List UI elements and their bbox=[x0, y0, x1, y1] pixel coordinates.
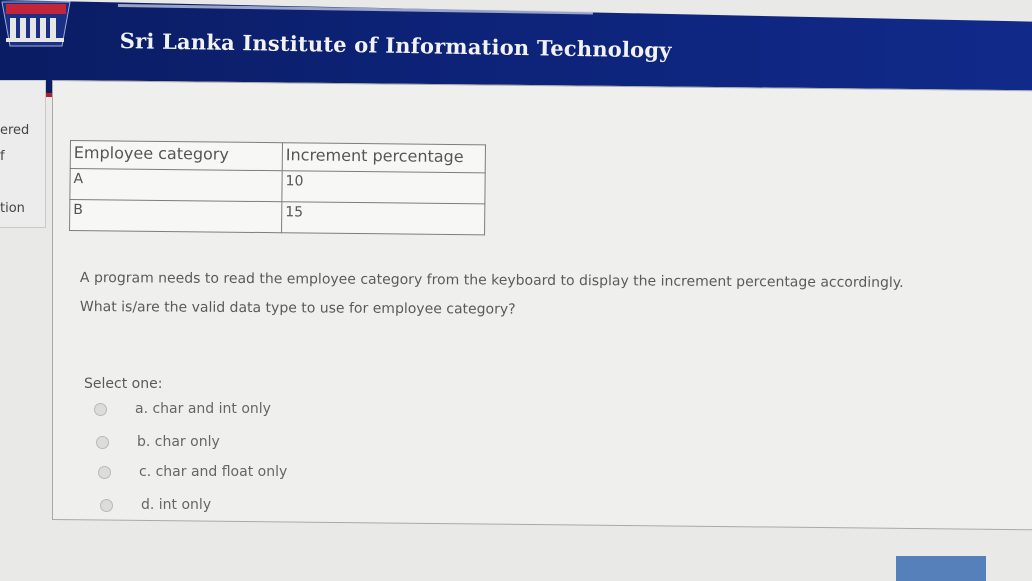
sidebar-item-label[interactable]: tion bbox=[0, 201, 25, 216]
answer-option-c[interactable]: c. char and float only bbox=[98, 464, 287, 480]
answer-option-label: d. int only bbox=[141, 497, 212, 513]
table-cell: B bbox=[69, 199, 282, 233]
sidebar-block: ered f tion bbox=[0, 80, 46, 228]
radio-button[interactable] bbox=[98, 465, 111, 479]
table-row: B 15 bbox=[69, 199, 485, 235]
table-cell: 15 bbox=[281, 201, 485, 235]
radio-button[interactable] bbox=[100, 498, 113, 512]
table-header-cell: Increment percentage bbox=[282, 142, 486, 173]
sidebar-item-label[interactable]: ered bbox=[0, 123, 29, 138]
table-cell: 10 bbox=[281, 170, 486, 204]
answer-option-b[interactable]: b. char only bbox=[96, 434, 220, 450]
answer-option-a[interactable]: a. char and int only bbox=[94, 401, 271, 417]
table-header-cell: Employee category bbox=[70, 140, 283, 171]
answer-option-label: c. char and float only bbox=[139, 464, 288, 480]
next-page-button[interactable] bbox=[896, 556, 986, 581]
sliit-logo-icon bbox=[1, 1, 71, 47]
radio-button[interactable] bbox=[94, 402, 107, 416]
answer-option-d[interactable]: d. int only bbox=[100, 497, 211, 513]
radio-button[interactable] bbox=[96, 435, 109, 449]
employee-table: Employee category Increment percentage A… bbox=[69, 140, 486, 236]
answer-option-label: a. char and int only bbox=[135, 401, 271, 417]
table-cell: A bbox=[69, 168, 283, 202]
select-one-label: Select one: bbox=[84, 376, 163, 392]
answer-option-label: b. char only bbox=[137, 434, 220, 450]
table-header-row: Employee category Increment percentage bbox=[70, 140, 486, 173]
sidebar-item-label[interactable]: f bbox=[0, 149, 5, 164]
question-text: What is/are the valid data type to use f… bbox=[79, 299, 516, 318]
table-row: A 10 bbox=[69, 168, 486, 204]
